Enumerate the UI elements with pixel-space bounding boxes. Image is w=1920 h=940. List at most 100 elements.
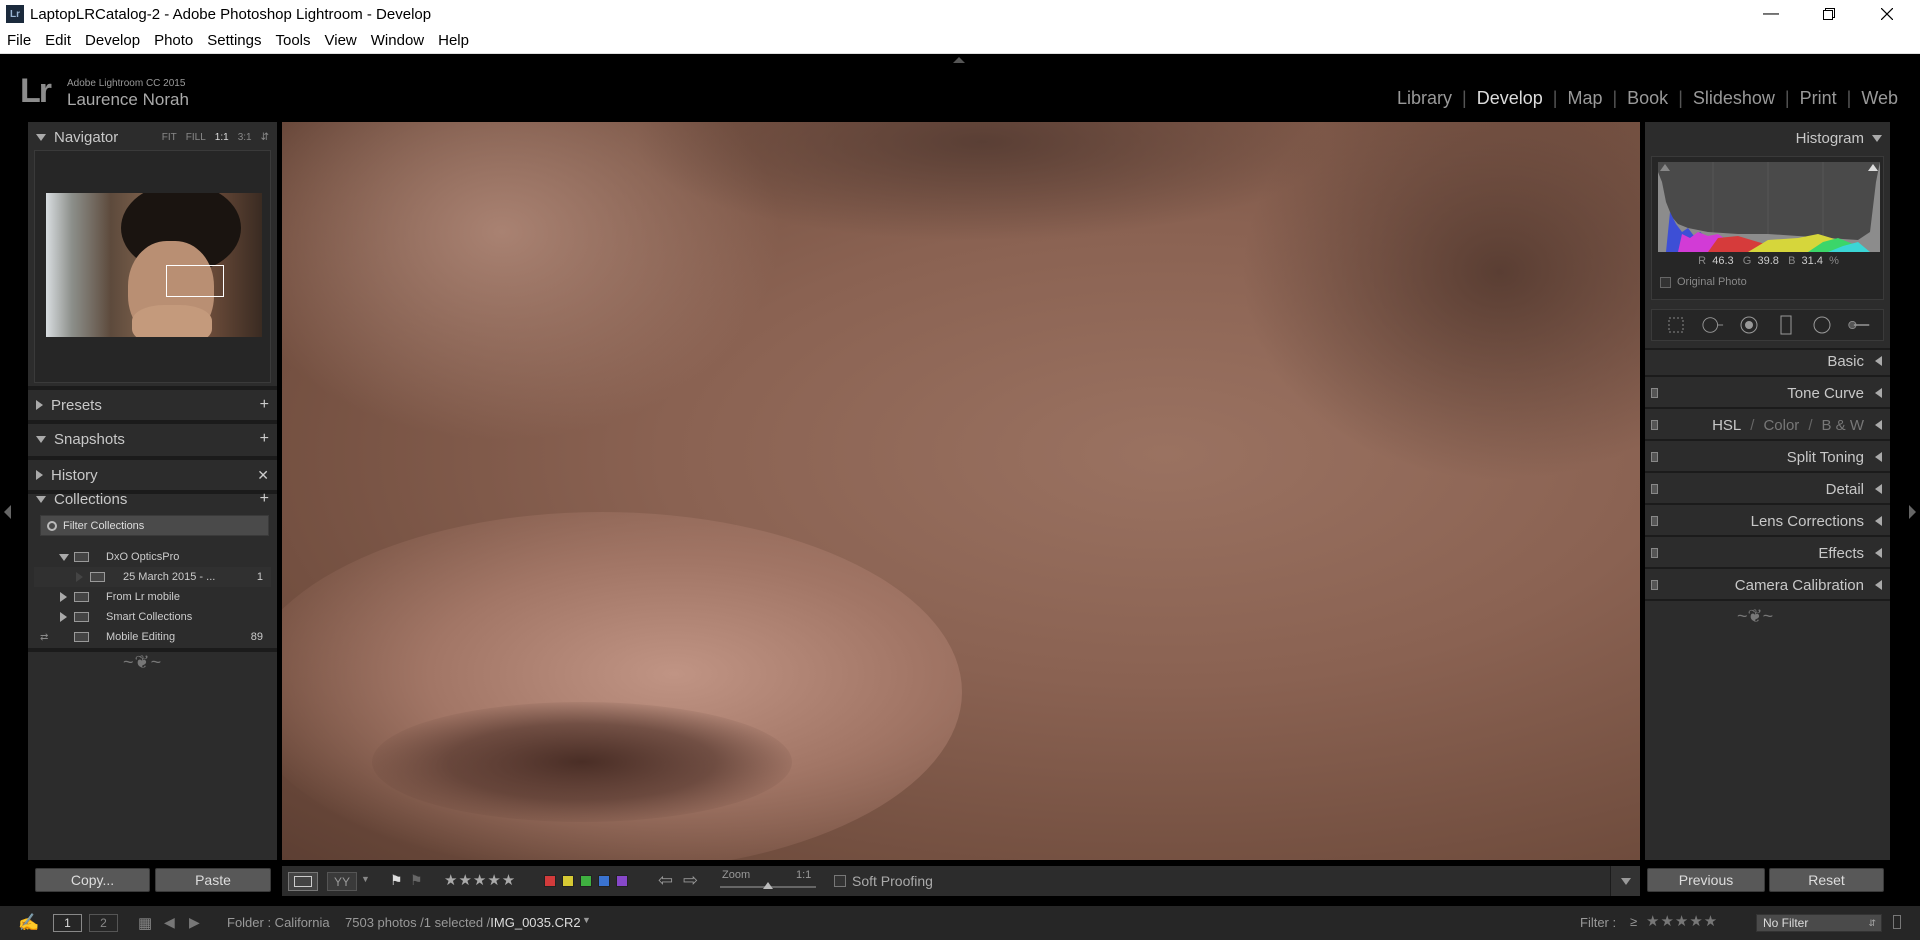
module-map[interactable]: Map (1559, 88, 1610, 109)
collections-header[interactable]: Collections + (28, 484, 277, 514)
menu-develop[interactable]: Develop (78, 32, 147, 49)
basic-header[interactable]: Basic (1645, 347, 1890, 375)
collection-row[interactable]: 25 March 2015 - ... 1 (34, 567, 271, 587)
main-screen-button[interactable]: 1 (53, 914, 82, 932)
menu-help[interactable]: Help (431, 32, 476, 49)
top-panel-toggle-icon[interactable] (953, 57, 965, 63)
color-label-1[interactable] (544, 875, 556, 887)
copy-button[interactable]: Copy... (35, 868, 150, 892)
panel-switch-icon[interactable] (1651, 516, 1658, 526)
color-tab[interactable]: Color (1763, 417, 1799, 434)
module-slideshow[interactable]: Slideshow (1685, 88, 1783, 109)
menu-photo[interactable]: Photo (147, 32, 200, 49)
panel-switch-icon[interactable] (1651, 420, 1658, 430)
folder-path[interactable]: Folder : California (227, 915, 330, 930)
camera-calibration-header[interactable]: Camera Calibration (1645, 571, 1890, 599)
back-arrow-icon[interactable]: ◀ (164, 914, 175, 931)
panel-switch-icon[interactable] (1651, 452, 1658, 462)
panel-switch-icon[interactable] (1651, 388, 1658, 398)
menu-window[interactable]: Window (364, 32, 431, 49)
split-toning-header[interactable]: Split Toning (1645, 443, 1890, 471)
collection-row[interactable]: Smart Collections (34, 607, 271, 627)
star-rating[interactable]: ★★★★★ (444, 871, 516, 889)
menu-settings[interactable]: Settings (200, 32, 268, 49)
module-print[interactable]: Print (1792, 88, 1845, 109)
red-eye-icon[interactable] (1738, 314, 1760, 336)
add-collection-icon[interactable]: + (260, 490, 269, 508)
menu-edit[interactable]: Edit (38, 32, 78, 49)
before-after-dropdown-icon[interactable]: ▼ (361, 874, 370, 884)
menu-view[interactable]: View (318, 32, 364, 49)
radial-filter-icon[interactable] (1811, 314, 1833, 336)
source-dropdown-icon[interactable]: ▼ (582, 915, 591, 925)
presets-header[interactable]: Presets + (28, 390, 277, 420)
minimize-icon[interactable]: — (1742, 0, 1800, 28)
color-label-2[interactable] (562, 875, 574, 887)
menu-file[interactable]: File (0, 32, 38, 49)
paste-button[interactable]: Paste (155, 868, 271, 892)
module-web[interactable]: Web (1853, 88, 1906, 109)
add-preset-icon[interactable]: + (260, 396, 269, 414)
color-label-5[interactable] (616, 875, 628, 887)
reset-button[interactable]: Reset (1769, 868, 1884, 892)
lens-corrections-header[interactable]: Lens Corrections (1645, 507, 1890, 535)
navigator-view-rect[interactable] (166, 265, 224, 297)
effects-header[interactable]: Effects (1645, 539, 1890, 567)
highlight-clipping-icon[interactable] (1868, 164, 1878, 171)
flag-reject-icon[interactable]: ⚑ (410, 872, 423, 889)
hsl-tab[interactable]: HSL (1712, 417, 1741, 434)
filter-preset-select[interactable]: No Filter ⇵ (1756, 914, 1882, 932)
panel-switch-icon[interactable] (1651, 484, 1658, 494)
navigator-header[interactable]: Navigator FIT FILL 1:1 3:1 ⇵ (28, 122, 277, 152)
main-photo-view[interactable] (282, 122, 1640, 860)
soft-proofing-checkbox[interactable] (834, 875, 846, 887)
add-snapshot-icon[interactable]: + (260, 430, 269, 448)
original-photo-checkbox[interactable] (1660, 276, 1671, 288)
module-develop[interactable]: Develop (1469, 88, 1551, 109)
histogram-graph[interactable] (1658, 162, 1880, 252)
snapshots-header[interactable]: Snapshots + (28, 424, 277, 454)
toolbar-content-menu-button[interactable] (1610, 866, 1640, 896)
collection-row[interactable]: DxO OpticsPro (34, 547, 271, 567)
collection-row[interactable]: ⇄ Mobile Editing 89 (34, 627, 271, 647)
zoom-fill[interactable]: FILL (186, 132, 206, 143)
zoom-fit[interactable]: FIT (162, 132, 177, 143)
menu-tools[interactable]: Tools (268, 32, 317, 49)
zoom-1-1[interactable]: 1:1 (215, 132, 229, 143)
spot-removal-icon[interactable] (1702, 314, 1724, 336)
forward-arrow-icon[interactable]: ▶ (189, 914, 200, 931)
filter-star-rating[interactable]: ★★★★★ (1646, 912, 1718, 930)
loupe-view-button[interactable] (288, 872, 318, 891)
left-panel-toggle-icon[interactable] (4, 505, 11, 519)
hsl-header[interactable]: HSL / Color / B & W (1645, 411, 1890, 439)
crop-overlay-icon[interactable] (1665, 314, 1687, 336)
color-label-3[interactable] (580, 875, 592, 887)
navigator-thumbnail[interactable] (46, 193, 262, 337)
original-photo-toggle[interactable]: Original Photo (1660, 276, 1747, 288)
bw-tab[interactable]: B & W (1821, 417, 1864, 434)
clear-history-icon[interactable]: ✕ (257, 467, 269, 484)
filter-collections-input[interactable]: Filter Collections (40, 515, 269, 536)
second-screen-button[interactable]: 2 (89, 914, 118, 932)
next-photo-icon[interactable]: ⇨ (683, 870, 698, 891)
panel-switch-icon[interactable] (1651, 580, 1658, 590)
module-library[interactable]: Library (1389, 88, 1460, 109)
close-icon[interactable] (1858, 0, 1916, 28)
grid-view-icon[interactable]: ▦ (138, 914, 152, 932)
right-panel-toggle-icon[interactable] (1909, 505, 1916, 519)
graduated-filter-icon[interactable] (1775, 314, 1797, 336)
collection-row[interactable]: From Lr mobile (34, 587, 271, 607)
zoom-slider[interactable] (720, 882, 816, 889)
tone-curve-header[interactable]: Tone Curve (1645, 379, 1890, 407)
module-book[interactable]: Book (1619, 88, 1676, 109)
adjustment-brush-icon[interactable] (1848, 314, 1870, 336)
previous-photo-icon[interactable]: ⇦ (658, 870, 673, 891)
color-label-4[interactable] (598, 875, 610, 887)
panel-switch-icon[interactable] (1651, 548, 1658, 558)
secondary-window-icon[interactable]: ✍ (18, 913, 39, 933)
filter-rating-operator[interactable]: ≥ (1630, 914, 1637, 929)
detail-header[interactable]: Detail (1645, 475, 1890, 503)
zoom-3-1[interactable]: 3:1 (238, 132, 252, 143)
before-after-button[interactable]: YY (327, 872, 357, 891)
zoom-menu-icon[interactable]: ⇵ (261, 132, 269, 143)
